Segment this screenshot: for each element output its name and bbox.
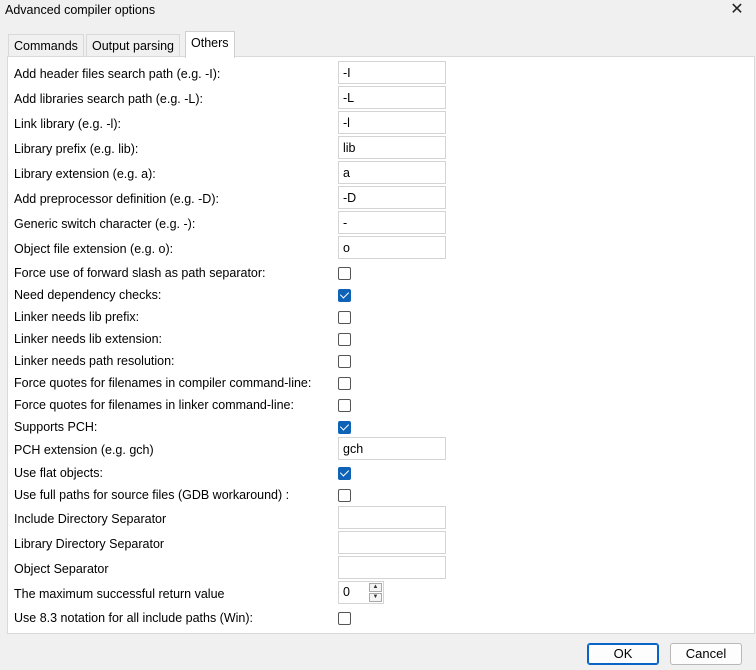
window-title: Advanced compiler options	[5, 3, 156, 17]
include-dir-sep-label: Include Directory Separator	[14, 512, 167, 526]
link-library-input[interactable]	[338, 111, 446, 134]
max-return-spinner[interactable]: 0 ▲ ▼	[338, 581, 384, 604]
others-panel: Add header files search path (e.g. -I): …	[7, 56, 755, 634]
object-sep-input[interactable]	[338, 556, 446, 579]
library-dir-sep-input[interactable]	[338, 531, 446, 554]
max-return-label: The maximum successful return value	[14, 587, 225, 601]
preproc-def-label: Add preprocessor definition (e.g. -D):	[14, 192, 219, 206]
tab-output-parsing[interactable]: Output parsing	[86, 34, 180, 57]
object-sep-label: Object Separator	[14, 562, 109, 576]
switch-char-label: Generic switch character (e.g. -):	[14, 217, 196, 231]
spin-down-icon[interactable]: ▼	[369, 593, 382, 602]
spin-up-icon[interactable]: ▲	[369, 583, 382, 592]
quotes-compiler-checkbox[interactable]	[338, 377, 351, 390]
cancel-button[interactable]: Cancel	[670, 643, 742, 665]
pch-ext-label: PCH extension (e.g. gch)	[14, 443, 154, 457]
preproc-def-input[interactable]	[338, 186, 446, 209]
dependency-checkbox[interactable]	[338, 289, 351, 302]
path-resolution-checkbox[interactable]	[338, 355, 351, 368]
supports-pch-checkbox[interactable]	[338, 421, 351, 434]
notation-83-label: Use 8.3 notation for all include paths (…	[14, 611, 254, 625]
flat-objects-checkbox[interactable]	[338, 467, 351, 480]
quotes-linker-checkbox[interactable]	[338, 399, 351, 412]
lib-prefix-check-label: Linker needs lib prefix:	[14, 310, 140, 324]
lib-search-input[interactable]	[338, 86, 446, 109]
tab-others[interactable]: Others	[185, 31, 235, 58]
forward-slash-checkbox[interactable]	[338, 267, 351, 280]
switch-char-input[interactable]	[338, 211, 446, 234]
notation-83-checkbox[interactable]	[338, 612, 351, 625]
spinner-buttons: ▲ ▼	[369, 583, 382, 602]
header-search-label: Add header files search path (e.g. -I):	[14, 67, 221, 81]
lib-extension-checkbox[interactable]	[338, 333, 351, 346]
close-icon[interactable]: ✕	[726, 0, 748, 22]
pch-ext-input[interactable]	[338, 437, 446, 460]
lib-extension-input[interactable]	[338, 161, 446, 184]
lib-prefix-input[interactable]	[338, 136, 446, 159]
full-paths-checkbox[interactable]	[338, 489, 351, 502]
lib-prefix-checkbox[interactable]	[338, 311, 351, 324]
object-ext-label: Object file extension (e.g. o):	[14, 242, 174, 256]
quotes-compiler-label: Force quotes for filenames in compiler c…	[14, 376, 312, 390]
quotes-linker-label: Force quotes for filenames in linker com…	[14, 398, 294, 412]
include-dir-sep-input[interactable]	[338, 506, 446, 529]
ok-button[interactable]: OK	[587, 643, 659, 665]
path-resolution-label: Linker needs path resolution:	[14, 354, 175, 368]
supports-pch-label: Supports PCH:	[14, 420, 98, 434]
lib-extension-label: Library extension (e.g. a):	[14, 167, 156, 181]
forward-slash-label: Force use of forward slash as path separ…	[14, 266, 266, 280]
object-ext-input[interactable]	[338, 236, 446, 259]
lib-prefix-label: Library prefix (e.g. lib):	[14, 142, 139, 156]
header-search-input[interactable]	[338, 61, 446, 84]
link-library-label: Link library (e.g. -l):	[14, 117, 121, 131]
library-dir-sep-label: Library Directory Separator	[14, 537, 165, 551]
title-bar: Advanced compiler options ✕	[0, 0, 756, 22]
lib-extension-check-label: Linker needs lib extension:	[14, 332, 163, 346]
max-return-value: 0	[343, 585, 350, 599]
dependency-label: Need dependency checks:	[14, 288, 162, 302]
full-paths-label: Use full paths for source files (GDB wor…	[14, 488, 290, 502]
lib-search-label: Add libraries search path (e.g. -L):	[14, 92, 203, 106]
flat-objects-label: Use flat objects:	[14, 466, 103, 480]
tab-commands[interactable]: Commands	[8, 34, 84, 57]
